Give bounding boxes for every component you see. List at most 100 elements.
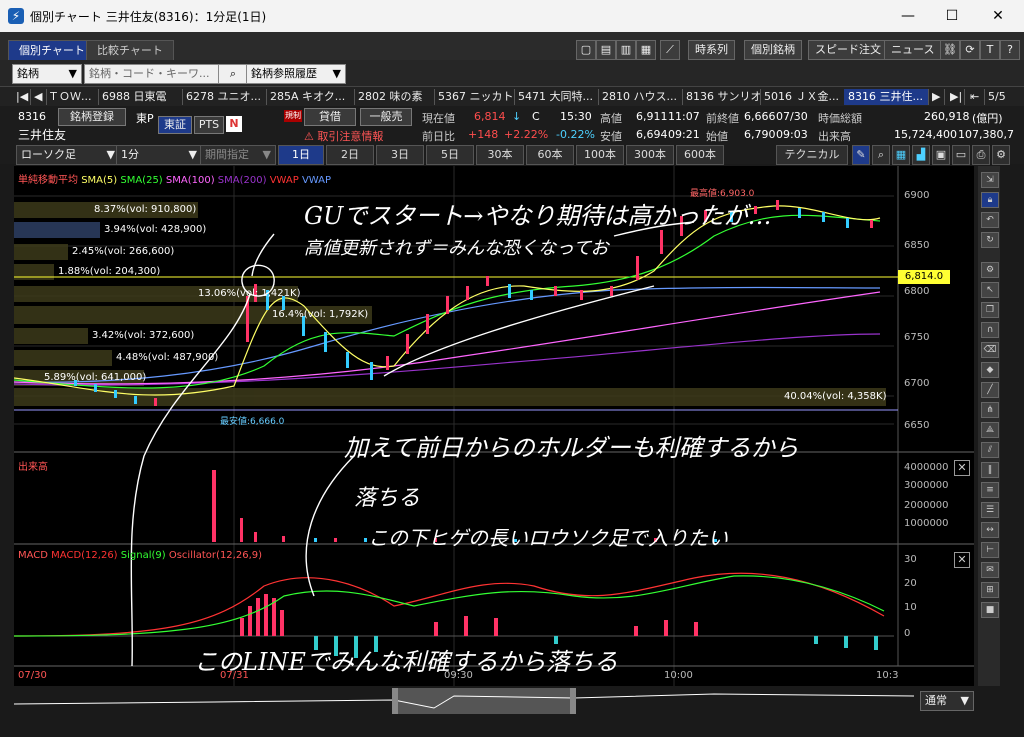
quick-item[interactable]: 8136 サンリオ [682,89,761,105]
fill-icon[interactable]: ◆ [981,362,999,378]
interval-select[interactable]: 1分 ▼ [116,145,202,165]
prev-first-icon[interactable]: |◀ [12,89,31,105]
quick-item[interactable]: 6988 日東電 [98,89,183,105]
period-select[interactable]: 期間指定 ▼ [200,145,276,165]
zoom-icon[interactable]: ⌕ [872,145,890,165]
search-icon[interactable]: ⌕ [218,64,248,84]
next-icon[interactable]: ▶ [928,89,945,105]
volume-value-2: 107,380,7 [958,128,1014,141]
quick-item[interactable]: 5367 ニッカトー [434,89,515,105]
tab-individual-chart[interactable]: 個別チャート [8,40,96,61]
pen-icon[interactable]: ✎ [852,145,870,165]
close-macd-pane-icon[interactable]: ✕ [954,552,970,568]
period-2d[interactable]: 2日 [326,145,374,165]
print-icon[interactable]: ⎙ [972,145,990,165]
folder-icon[interactable]: ▭ [952,145,970,165]
timeseries-button[interactable]: 時系列 [688,40,735,60]
trendline-icon[interactable]: ╱ [981,382,999,398]
help-icon[interactable]: ? [1000,40,1020,60]
cursor-icon[interactable]: ↖ [981,282,999,298]
level-icon[interactable]: ☰ [981,502,999,518]
fib-icon[interactable]: ≡ [981,482,999,498]
pts-button[interactable]: PTS [194,116,224,134]
vline-icon[interactable]: ⊢ [981,542,999,558]
news-n-icon[interactable]: N [226,116,242,132]
quick-item[interactable]: 5016 ＪＸ金... [760,89,845,105]
technical-button[interactable]: テクニカル [776,145,848,165]
settings-gear-icon[interactable]: ⚙ [992,145,1010,165]
history-select[interactable]: 銘柄参照履歴 ▼ [246,64,346,84]
scale-mode-select[interactable]: 通常 ▼ [920,691,974,711]
speed-order-button[interactable]: スピード注文 [808,40,888,60]
period-3d[interactable]: 3日 [376,145,424,165]
redo-icon[interactable]: ↻ [981,232,999,248]
exchange-button[interactable]: 東証 [158,116,192,134]
vp-highlight [14,222,100,238]
quick-item[interactable]: 2802 味の素 [354,89,435,105]
bars-icon[interactable]: ‖ [981,462,999,478]
fork-icon[interactable]: ⋔ [981,402,999,418]
gear-icon[interactable]: ⚙ [981,262,999,278]
layout-single-icon[interactable]: ▢ [576,40,596,60]
layout-grid-icon[interactable]: ▦ [636,40,656,60]
quick-item[interactable]: 2810 ハウス... [598,89,683,105]
volume-toggle-icon[interactable]: ▦ [892,145,910,165]
fan-icon[interactable]: ⟁ [981,422,999,438]
next-last-icon[interactable]: ▶| [946,89,965,105]
legend-sma200: SMA(200) [217,175,267,186]
quick-item[interactable]: ＴＯＷ... [44,89,99,105]
price-tick: 6750 [904,332,930,343]
time-scrollbar[interactable]: 通常 ▼ [14,686,974,716]
period-5d[interactable]: 5日 [426,145,474,165]
quick-item[interactable]: 5471 大同特... [514,89,599,105]
quick-item[interactable]: 285A キオク... [266,89,355,105]
undo-icon[interactable]: ↶ [981,212,999,228]
mode-select[interactable]: 銘柄 ▼ [12,64,82,84]
layout-split2-icon[interactable]: ▤ [596,40,616,60]
general-sell-button[interactable]: 一般売 [360,108,412,126]
copy-icon[interactable]: ❐ [981,302,999,318]
quick-item-active[interactable]: 8316 三井住... [844,89,929,105]
magnet-icon[interactable]: ∩ [981,322,999,338]
draw-line-icon[interactable]: ⟋ [660,40,680,60]
note-icon[interactable]: ✉ [981,562,999,578]
chart-toggle-icon[interactable]: ▟ [912,145,930,165]
search-input[interactable]: 銘柄・コード・キーワ...▼ [84,64,222,98]
quick-item[interactable]: 6278 ユニオ... [182,89,267,105]
text-icon[interactable]: T [980,40,1000,60]
minimize-icon[interactable]: — [888,4,928,28]
register-button[interactable]: 銘柄登録 [58,108,126,126]
page-indicator: 5/5 [988,90,1006,103]
panel-icon[interactable]: ▣ [932,145,950,165]
maximize-icon[interactable]: ☐ [932,4,972,28]
news-button[interactable]: ニュース [884,40,942,60]
chart-area[interactable]: 単純移動平均 SMA(5) SMA(25) SMA(100) SMA(200) … [14,166,974,686]
link-icon[interactable]: ⛓ [940,40,960,60]
legend-vwap-red: VWAP [269,175,299,186]
refresh-icon[interactable]: ⟳ [960,40,980,60]
table-icon[interactable]: ⊞ [981,582,999,598]
lock-icon[interactable]: 🔒︎ [981,192,999,208]
expand-icon[interactable]: ⇲ [981,172,999,188]
back-icon[interactable]: ⇤ [966,89,985,105]
period-600[interactable]: 600本 [676,145,724,165]
period-1d[interactable]: 1日 [278,145,324,165]
close-icon[interactable]: ✕ [978,4,1018,28]
period-300[interactable]: 300本 [626,145,674,165]
price-tick: 6700 [904,378,930,389]
prevclose-date: 07/30 [776,110,808,123]
layout-split3-icon[interactable]: ▥ [616,40,636,60]
close-volume-pane-icon[interactable]: ✕ [954,460,970,476]
individual-stock-button[interactable]: 個別銘柄 [744,40,802,60]
chart-type-select[interactable]: ローソク足 ▼ [16,145,120,165]
period-30[interactable]: 30本 [476,145,524,165]
channel-icon[interactable]: ⫽ [981,442,999,458]
eraser-icon[interactable]: ⌫ [981,342,999,358]
period-60[interactable]: 60本 [526,145,574,165]
warning-info[interactable]: ⚠ 取引注意情報 [304,128,383,144]
tab-compare-chart[interactable]: 比較チャート [86,40,174,61]
period-100[interactable]: 100本 [576,145,624,165]
lend-button[interactable]: 貸借 [304,108,356,126]
hline-icon[interactable]: ↔ [981,522,999,538]
square-icon[interactable]: ■ [981,602,999,618]
